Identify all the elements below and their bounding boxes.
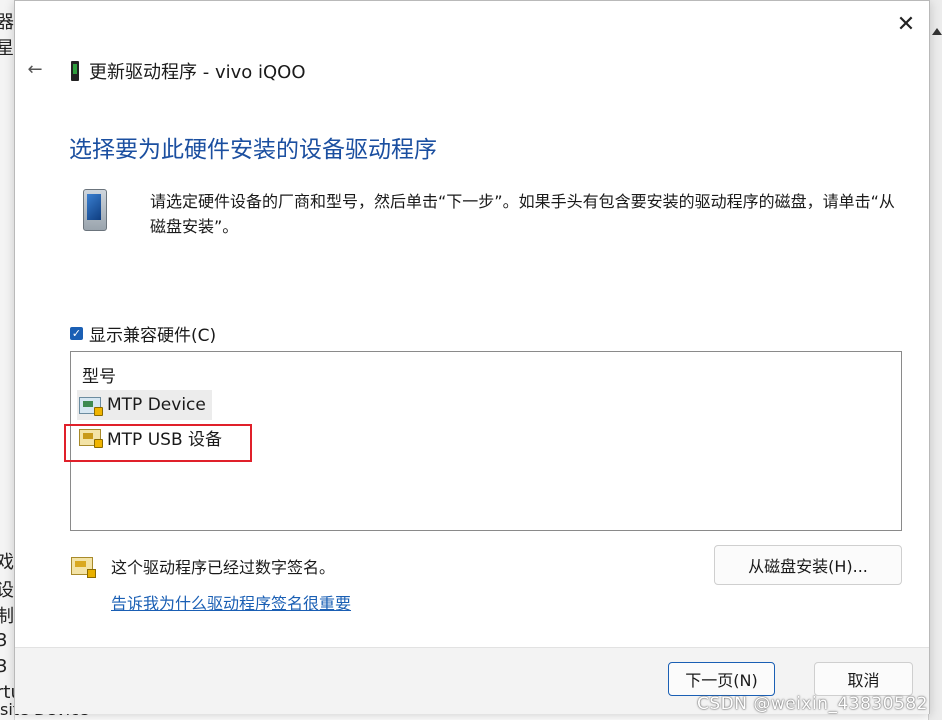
checkbox-checked-icon[interactable]: ✓ <box>70 327 83 340</box>
show-compatible-hardware-checkbox[interactable]: ✓ 显示兼容硬件(C) <box>70 321 216 346</box>
list-item-mtp-device[interactable]: MTP Device <box>77 390 212 420</box>
bg-fragment: 星 <box>0 34 14 60</box>
back-button[interactable]: ← <box>23 57 47 81</box>
signature-info-link[interactable]: 告诉我为什么驱动程序签名很重要 <box>111 590 351 614</box>
bg-fragment: 器 <box>0 8 14 34</box>
signature-status-text: 这个驱动程序已经过数字签名。 <box>111 558 336 577</box>
list-item-label: MTP Device <box>107 395 206 415</box>
csdn-watermark: CSDN @weixin_43830582 <box>696 694 928 714</box>
close-icon: ✕ <box>896 11 916 37</box>
driver-icon <box>79 396 103 416</box>
background-scrollbar[interactable] <box>928 0 942 720</box>
phone-icon <box>71 61 79 81</box>
cancel-button[interactable]: 取消 <box>814 662 913 696</box>
dialog-title-row: 更新驱动程序 - vivo iQOO <box>71 58 305 84</box>
bg-fragment: 设 <box>0 576 14 602</box>
dialog-title: 更新驱动程序 - vivo iQOO <box>89 62 306 83</box>
scroll-up-icon[interactable] <box>932 28 942 35</box>
highlight-annotation-box <box>64 424 252 462</box>
list-header-model: 型号 <box>82 367 116 387</box>
next-button[interactable]: 下一页(N) <box>668 662 775 696</box>
certificate-icon <box>71 557 96 578</box>
close-button[interactable]: ✕ <box>891 9 921 39</box>
background-window-left: 器 星 戏 设 制 3 3 rtu <box>0 0 15 720</box>
bg-fragment: 戏 <box>0 548 14 574</box>
back-arrow-icon: ← <box>27 58 43 80</box>
device-icon <box>83 189 107 231</box>
checkbox-label: 显示兼容硬件(C) <box>89 326 217 346</box>
bg-fragment: 3 <box>0 656 7 677</box>
bg-fragment: 制 <box>0 602 14 628</box>
page-heading: 选择要为此硬件安装的设备驱动程序 <box>69 137 437 163</box>
update-driver-dialog: ✕ ← 更新驱动程序 - vivo iQOO 选择要为此硬件安装的设备驱动程序 … <box>14 0 930 714</box>
instructions-text: 请选定硬件设备的厂商和型号，然后单击“下一步”。如果手头有包含要安装的驱动程序的… <box>150 192 895 236</box>
bg-fragment: 3 <box>0 630 7 651</box>
have-disk-button[interactable]: 从磁盘安装(H)... <box>714 545 902 585</box>
